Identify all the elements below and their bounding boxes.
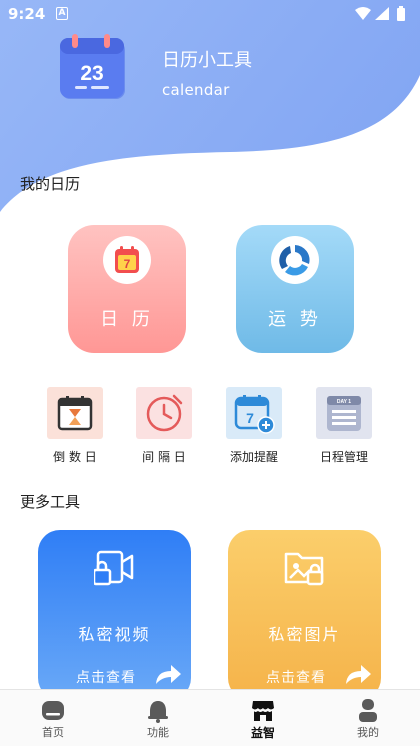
schedule-badge-text: DAY 1 — [337, 399, 351, 405]
status-bar: 9:24 A — [0, 0, 420, 28]
tool-add-reminder[interactable]: 7 添加提醒 — [214, 387, 294, 467]
tool-interval[interactable]: 间 隔 日 — [124, 387, 204, 467]
clock-icon — [146, 394, 183, 432]
nav-label-puzzle: 益智 — [250, 726, 275, 740]
schedule-icon: DAY 1 — [327, 396, 361, 431]
tool-interval-icon-bg — [136, 387, 192, 439]
bottom-nav: 首页 功能 益智 我的 — [0, 689, 420, 746]
notification-icon: A — [56, 7, 68, 20]
battery-icon — [397, 8, 405, 21]
logo-day-text: 23 — [80, 62, 103, 85]
hourglass-calendar-icon — [57, 396, 93, 431]
section-title-more-tools: 更多工具 — [20, 493, 81, 511]
wifi-icon — [355, 7, 371, 20]
tool-countdown[interactable]: 倒 数 日 — [35, 387, 115, 467]
image-lock-icon — [284, 552, 324, 586]
fortune-card-label: 运 势 — [268, 309, 322, 330]
tool-schedule-icon-bg: DAY 1 — [316, 387, 372, 439]
bell-icon — [148, 701, 168, 723]
calendar-card[interactable]: 7 日 历 — [68, 225, 186, 353]
tool-countdown-icon-bg — [47, 387, 103, 439]
nav-item-mine[interactable]: 我的 — [338, 690, 398, 746]
nav-item-puzzle[interactable]: 益智 — [233, 690, 293, 746]
reminder-badge-text: 7 — [246, 410, 254, 426]
tool-schedule-label: 日程管理 — [319, 450, 368, 464]
nav-item-home[interactable]: 首页 — [23, 690, 83, 746]
tool-schedule[interactable]: DAY 1 日程管理 — [304, 387, 384, 467]
nav-label-home: 首页 — [42, 726, 64, 739]
app-logo-calendar-icon: 23 — [60, 34, 125, 99]
private-photo-title: 私密图片 — [268, 625, 341, 644]
video-lock-icon — [94, 550, 134, 586]
status-icons — [355, 6, 405, 21]
tool-add-reminder-label: 添加提醒 — [229, 450, 278, 464]
private-photo-card[interactable]: 私密图片 点击查看 — [228, 530, 381, 700]
tool-interval-label: 间 隔 日 — [142, 450, 186, 464]
nav-label-functions: 功能 — [147, 726, 169, 739]
nav-label-mine: 我的 — [357, 726, 379, 739]
calendar-badge-text: 7 — [124, 257, 131, 271]
private-video-action[interactable]: 点击查看 — [76, 667, 136, 687]
fortune-icon-circle — [271, 236, 319, 284]
calendar-card-label: 日 历 — [100, 309, 154, 330]
arrow-right-icon — [346, 665, 371, 684]
section-title-my-calendar: 我的日历 — [20, 175, 81, 193]
add-reminder-icon: 7 — [234, 395, 275, 434]
home-icon — [42, 701, 64, 720]
store-icon — [252, 701, 274, 721]
calendar-icon-circle: 7 — [103, 236, 151, 284]
private-video-title: 私密视频 — [78, 625, 151, 644]
status-time: 9:24 — [8, 5, 46, 23]
nav-item-functions[interactable]: 功能 — [128, 690, 188, 746]
tool-countdown-label: 倒 数 日 — [53, 450, 97, 464]
private-video-card[interactable]: 私密视频 点击查看 — [38, 530, 191, 700]
app-title: 日历小工具 — [162, 50, 252, 71]
tool-add-reminder-icon-bg: 7 — [226, 387, 282, 439]
app-subtitle: calendar — [162, 81, 230, 99]
user-icon — [359, 699, 377, 722]
fortune-card[interactable]: 运 势 — [236, 225, 354, 353]
private-photo-action[interactable]: 点击查看 — [266, 667, 326, 687]
arrow-right-icon — [156, 665, 181, 684]
signal-icon — [375, 7, 389, 20]
calendar-icon: 7 — [115, 246, 139, 273]
fortune-icon — [279, 245, 310, 276]
